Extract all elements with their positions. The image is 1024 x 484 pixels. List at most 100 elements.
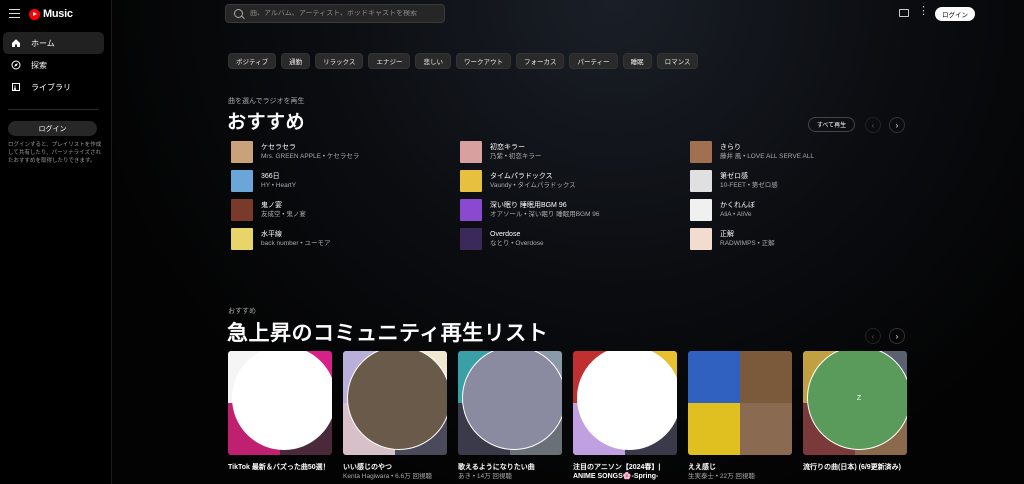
playlist-meta: 生実泰士 • 22万 回視聴: [688, 473, 755, 480]
playlist-artwork: [458, 351, 562, 455]
song-meta: HY • HeartY: [261, 182, 297, 189]
song-thumbnail: [460, 170, 482, 192]
playlist-artwork: [573, 351, 677, 455]
carousel-next-button[interactable]: ›: [889, 117, 905, 133]
search-input[interactable]: [250, 10, 440, 17]
song-item[interactable]: 第ゼロ感 10-FEET • 第ゼロ感: [690, 169, 910, 193]
song-meta: 藤井 風 • LOVE ALL SERVE ALL: [720, 153, 815, 160]
mood-chips: ポジティブ 通勤 リラックス エナジー 悲しい ワークアウト フォーカス パーテ…: [228, 53, 699, 69]
avatar: Z: [807, 351, 907, 450]
song-thumbnail: [231, 199, 253, 221]
song-thumbnail: [460, 141, 482, 163]
chip-workout[interactable]: ワークアウト: [455, 53, 511, 69]
playlist-card[interactable]: 歌えるようになりたい曲 あき • 14万 回視聴: [458, 351, 562, 481]
chip-positive[interactable]: ポジティブ: [228, 53, 277, 69]
sidebar-item-label: 探索: [31, 60, 47, 70]
song-thumbnail: [231, 170, 253, 192]
song-item[interactable]: ケセラセラ Mrs. GREEN APPLE • ケセラセラ: [231, 140, 451, 164]
playlist-artwork: [228, 351, 332, 455]
section-subtitle: おすすめ: [228, 308, 256, 315]
section-subtitle: 曲を選んでラジオを再生: [228, 98, 305, 105]
sidebar-item-library[interactable]: ライブラリ: [3, 76, 104, 98]
chip-commute[interactable]: 通勤: [281, 53, 311, 69]
song-meta: 10-FEET • 第ゼロ感: [720, 182, 778, 189]
avatar: [462, 351, 562, 450]
sidebar-item-home[interactable]: ホーム: [3, 32, 104, 54]
more-options-icon[interactable]: ⋮: [918, 6, 929, 17]
sidebar-login-button[interactable]: ログイン: [8, 121, 97, 136]
song-item[interactable]: 366日 HY • HeartY: [231, 169, 451, 193]
carousel-next-button[interactable]: ›: [889, 328, 905, 344]
song-item[interactable]: 正解 RADWIMPS • 正解: [690, 227, 910, 251]
chip-relax[interactable]: リラックス: [315, 53, 364, 69]
song-thumbnail: [690, 199, 712, 221]
song-meta: 友成空 • 鬼ノ宴: [261, 211, 306, 218]
chip-party[interactable]: パーティー: [569, 53, 618, 69]
sidebar-header: Music: [0, 0, 112, 28]
section-title: おすすめ: [227, 112, 306, 133]
song-item[interactable]: タイムパラドックス Vaundy • タイムパラドックス: [460, 169, 680, 193]
divider: [8, 109, 98, 110]
playlist-artwork: [343, 351, 447, 455]
sidebar-login-note: ログインすると、プレイリストを作成して共有したり、パーソナライズされたおすすめを…: [8, 142, 102, 164]
playlist-title: いい感じのやつ: [343, 464, 392, 471]
song-item[interactable]: きらり 藤井 風 • LOVE ALL SERVE ALL: [690, 140, 910, 164]
song-thumbnail: [690, 141, 712, 163]
playlist-title: 流行りの曲(日本) (6/9更新済み): [803, 464, 901, 471]
menu-icon[interactable]: [9, 9, 20, 18]
song-thumbnail: [690, 170, 712, 192]
playlist-title: 注目のアニソン【2024春】| ANIME SONGS🌸-Spring-: [573, 464, 661, 480]
playlist-card[interactable]: ええ感じ 生実泰士 • 22万 回視聴: [688, 351, 792, 481]
playlist-title: TikTok 最新＆バズった曲50選！: [228, 464, 330, 471]
song-meta: Mrs. GREEN APPLE • ケセラセラ: [261, 153, 360, 160]
song-meta: back number • ユーモア: [261, 240, 331, 247]
cast-icon[interactable]: [899, 9, 909, 17]
carousel-prev-button[interactable]: ‹: [865, 117, 881, 133]
search-bar[interactable]: [225, 4, 445, 23]
playlist-title: 歌えるようになりたい曲: [458, 464, 535, 471]
song-item[interactable]: 水平線 back number • ユーモア: [231, 227, 451, 251]
avatar: [347, 351, 447, 450]
section-title: 急上昇のコミュニティ再生リスト: [227, 322, 549, 345]
header-login-button[interactable]: ログイン: [935, 7, 975, 21]
song-item[interactable]: 初恋キラー 乃紫 • 初恋キラー: [460, 140, 680, 164]
youtube-music-logo-icon: [29, 8, 40, 20]
song-item[interactable]: 深い眠り 睡眠用BGM 96 オアソール • 深い眠り 睡眠用BGM 96: [460, 198, 680, 222]
song-title: 第ゼロ感: [720, 173, 748, 180]
sidebar-item-explore[interactable]: 探索: [3, 54, 104, 76]
song-thumbnail: [460, 199, 482, 221]
playlist-card[interactable]: TikTok 最新＆バズった曲50選！: [228, 351, 332, 472]
song-meta: なとり • Overdose: [490, 240, 544, 247]
search-icon: [234, 9, 243, 18]
song-title: 深い眠り 睡眠用BGM 96: [490, 202, 567, 209]
chip-romance[interactable]: ロマンス: [656, 53, 699, 69]
logo-text: Music: [43, 8, 73, 20]
main-content: ⋮ ログイン ポジティブ 通勤 リラックス エナジー 悲しい ワークアウト フォ…: [112, 0, 1024, 484]
playlist-card[interactable]: 注目のアニソン【2024春】| ANIME SONGS🌸-Spring-: [573, 351, 677, 481]
chip-sleep[interactable]: 睡眠: [622, 53, 652, 69]
chip-focus[interactable]: フォーカス: [515, 53, 565, 69]
playlist-artwork: [688, 351, 792, 455]
song-meta: AliA • AliVe: [720, 211, 752, 218]
play-all-button[interactable]: すべて再生: [808, 117, 855, 132]
song-meta: 乃紫 • 初恋キラー: [490, 153, 542, 160]
playlist-meta: Kenta Hagiwara • 6.6万 回視聴: [343, 473, 432, 480]
home-icon: [10, 37, 22, 49]
song-title: ケセラセラ: [261, 144, 296, 151]
song-item[interactable]: かくれんぼ AliA • AliVe: [690, 198, 910, 222]
compass-icon: [10, 59, 22, 71]
app-logo[interactable]: Music: [29, 8, 73, 20]
song-thumbnail: [231, 228, 253, 250]
chip-sad[interactable]: 悲しい: [415, 53, 451, 69]
playlist-title: ええ感じ: [688, 464, 716, 471]
song-item[interactable]: Overdose なとり • Overdose: [460, 227, 680, 251]
chip-energy[interactable]: エナジー: [368, 53, 411, 69]
playlist-card[interactable]: Z 流行りの曲(日本) (6/9更新済み): [803, 351, 907, 472]
song-item[interactable]: 鬼ノ宴友成空 • 鬼ノ宴: [231, 198, 451, 222]
playlist-card[interactable]: いい感じのやつ Kenta Hagiwara • 6.6万 回視聴: [343, 351, 447, 481]
carousel-prev-button[interactable]: ‹: [865, 328, 881, 344]
avatar: [232, 351, 332, 450]
song-title: かくれんぼ: [720, 202, 755, 209]
playlist-artwork: Z: [803, 351, 907, 455]
song-title: 鬼ノ宴: [261, 202, 282, 209]
